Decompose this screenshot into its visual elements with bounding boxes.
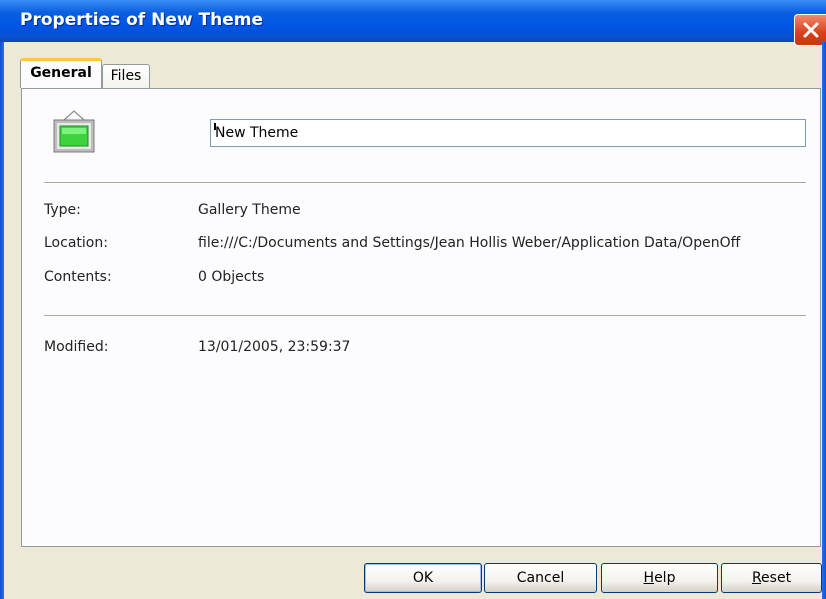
help-label-rest: elp <box>654 570 676 586</box>
text-caret <box>214 123 216 130</box>
ok-button[interactable]: OK <box>364 563 482 593</box>
location-value: file:///C:/Documents and Settings/Jean H… <box>198 235 741 251</box>
tab-files-label: Files <box>110 68 142 84</box>
location-label: Location: <box>44 235 108 251</box>
window-border-right <box>822 42 826 599</box>
type-label: Type: <box>44 202 81 218</box>
window-border-left <box>0 42 4 599</box>
theme-name-input[interactable] <box>210 119 806 147</box>
reset-label-rest: eset <box>761 570 792 586</box>
modified-value: 13/01/2005, 23:59:37 <box>198 339 351 355</box>
contents-value: 0 Objects <box>198 269 265 285</box>
divider-top <box>44 182 806 184</box>
type-value: Gallery Theme <box>198 202 301 218</box>
title-bar[interactable]: Properties of New Theme <box>0 0 826 42</box>
reset-button[interactable]: Reset <box>721 563 822 593</box>
window-title: Properties of New Theme <box>20 10 263 30</box>
help-mnemonic: H <box>643 570 655 586</box>
divider-bottom <box>44 315 806 317</box>
help-button[interactable]: Help <box>601 563 718 593</box>
reset-mnemonic: R <box>751 570 762 586</box>
general-tab-panel: Type: Gallery Theme Location: file:///C:… <box>21 88 821 547</box>
tab-files[interactable]: Files <box>102 64 150 88</box>
gallery-theme-icon <box>53 110 95 153</box>
close-icon <box>803 22 819 38</box>
contents-label: Contents: <box>44 269 112 285</box>
cancel-button[interactable]: Cancel <box>484 563 597 593</box>
tab-general-label: General <box>30 65 92 81</box>
properties-dialog: Properties of New Theme General Files Ty… <box>0 0 826 599</box>
modified-label: Modified: <box>44 339 109 355</box>
tab-general[interactable]: General <box>20 58 102 88</box>
